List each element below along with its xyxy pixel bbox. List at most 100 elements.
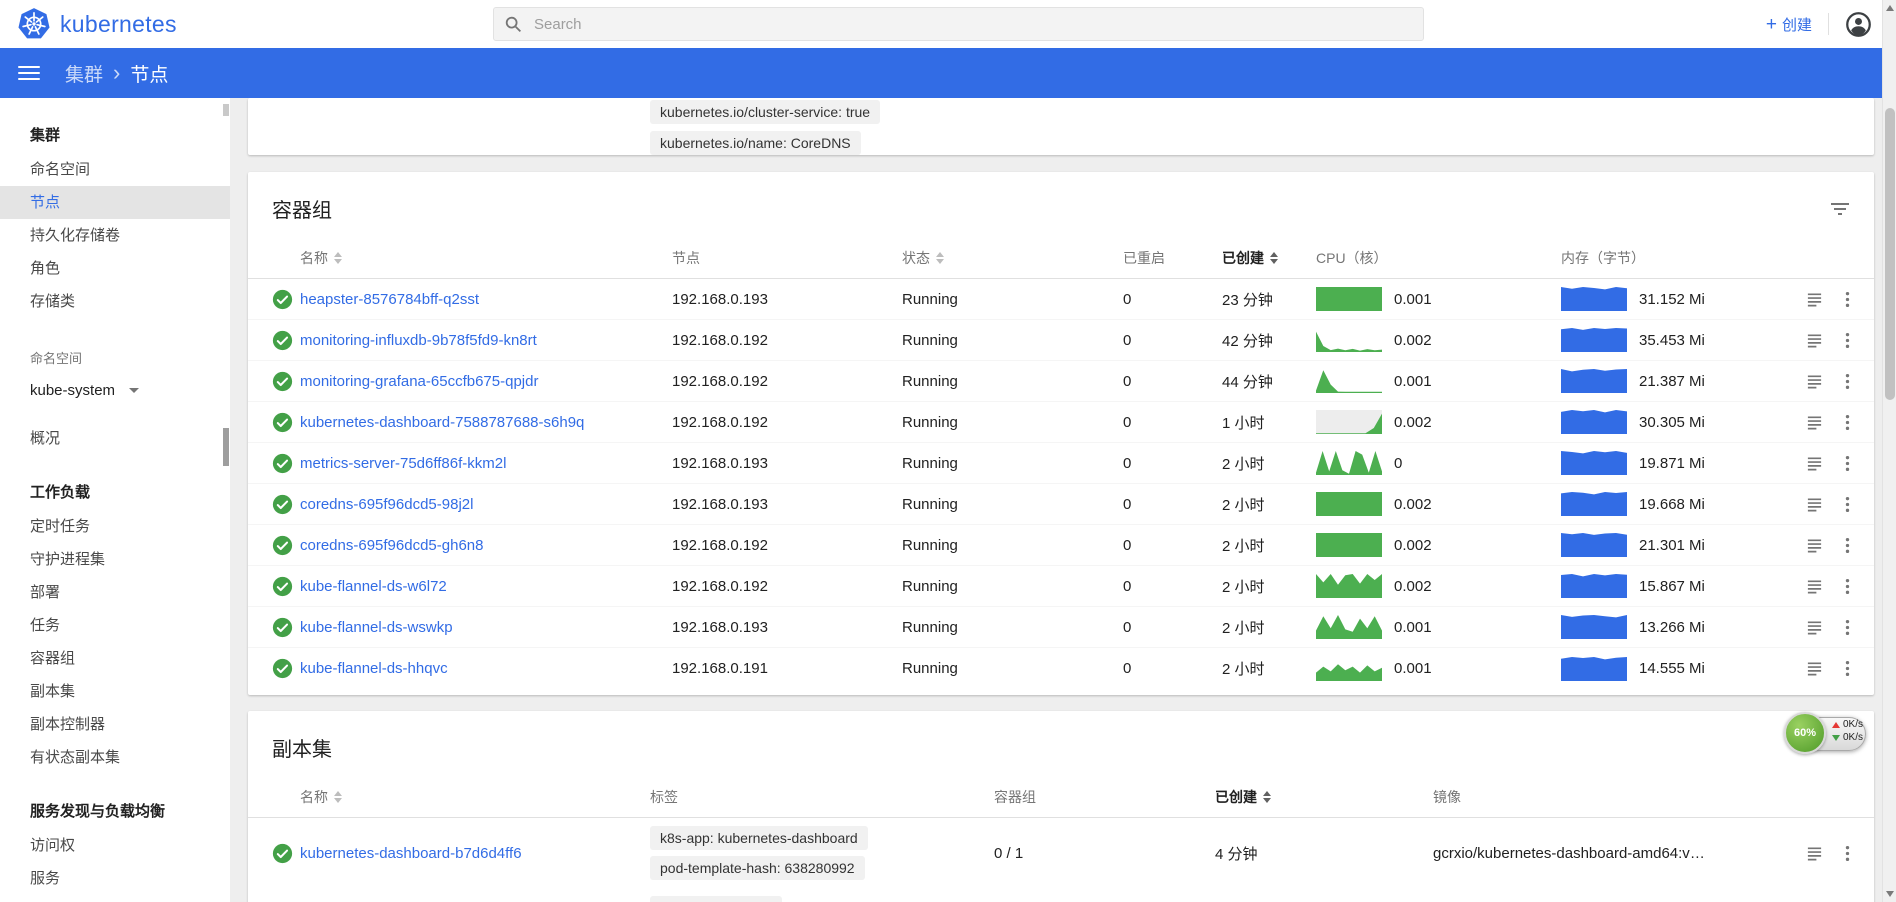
scrollbar-thumb[interactable] — [1885, 108, 1895, 400]
sidebar-item-services[interactable]: 服务 — [0, 862, 230, 895]
logs-icon[interactable] — [1806, 845, 1823, 862]
logs-icon[interactable] — [1806, 619, 1823, 636]
pod-name-link[interactable]: metrics-server-75d6ff86f-kkm2l — [300, 455, 506, 472]
sidebar-item-deployments[interactable]: 部署 — [0, 576, 230, 609]
cpu-value: 0 — [1394, 455, 1402, 472]
sidebar-item-cron-jobs[interactable]: 定时任务 — [0, 510, 230, 543]
table-row[interactable]: kubernetes-dashboard-b7d6d4ff6 k8s-app: … — [248, 818, 1874, 888]
table-row[interactable]: kube-flannel-ds-w6l72 192.168.0.192 Runn… — [248, 566, 1874, 607]
pod-name-link[interactable]: kube-flannel-ds-wswkp — [300, 619, 453, 636]
sidebar-item-replica-sets[interactable]: 副本集 — [0, 675, 230, 708]
table-row[interactable]: kubernetes-dashboard-7588787688-s6h9q 19… — [248, 402, 1874, 443]
kebab-menu-icon[interactable] — [1845, 413, 1850, 432]
namespace-selector[interactable]: kube-system — [0, 373, 230, 408]
pod-name-link[interactable]: monitoring-influxdb-9b78f5fd9-kn8rt — [300, 332, 537, 349]
column-header[interactable]: 状态 — [902, 248, 1123, 268]
network-speed-widget[interactable]: 60% 0K/s 0K/s — [1784, 712, 1870, 758]
page-scrollbar[interactable] — [1882, 0, 1896, 902]
memory-value: 14.555 Mi — [1639, 660, 1705, 677]
table-row[interactable]: heapster-8576784bff-q2sst 192.168.0.193 … — [248, 279, 1874, 320]
logs-icon[interactable] — [1806, 332, 1823, 349]
pod-created: 23 分钟 — [1222, 289, 1316, 310]
column-header[interactable]: 已创建 — [1215, 787, 1433, 807]
pod-node: 192.168.0.193 — [672, 619, 902, 636]
memory-sparkline-chart — [1561, 615, 1627, 639]
kebab-menu-icon[interactable] — [1845, 372, 1850, 391]
column-header[interactable]: 已创建 — [1222, 248, 1316, 268]
pod-name-link[interactable]: coredns-695f96dcd5-98j2l — [300, 496, 473, 513]
table-row[interactable]: monitoring-influxdb-9b78f5fd9-kn8rt 192.… — [248, 320, 1874, 361]
column-header[interactable]: 名称 — [300, 248, 672, 268]
memory-sparkline-chart — [1561, 328, 1627, 352]
sidebar-item-roles[interactable]: 角色 — [0, 252, 230, 285]
logs-icon[interactable] — [1806, 578, 1823, 595]
sidebar-item-nodes[interactable]: 节点 — [0, 186, 230, 219]
sidebar-scrollbar[interactable] — [222, 98, 230, 902]
kebab-menu-icon[interactable] — [1845, 290, 1850, 309]
table-row[interactable]: kube-flannel-ds-wswkp 192.168.0.193 Runn… — [248, 607, 1874, 648]
pod-name-link[interactable]: heapster-8576784bff-q2sst — [300, 291, 479, 308]
search-bar[interactable] — [493, 7, 1424, 41]
account-icon[interactable] — [1845, 11, 1872, 38]
kebab-menu-icon[interactable] — [1845, 577, 1850, 596]
kebab-menu-icon[interactable] — [1845, 618, 1850, 637]
table-row[interactable]: kube-flannel-ds-hhqvc 192.168.0.191 Runn… — [248, 648, 1874, 689]
cpu-sparkline-chart — [1316, 533, 1382, 557]
logs-icon[interactable] — [1806, 373, 1823, 390]
kebab-menu-icon[interactable] — [1845, 536, 1850, 555]
sidebar-item-jobs[interactable]: 任务 — [0, 609, 230, 642]
sidebar-item-storage-classes[interactable]: 存储类 — [0, 285, 230, 318]
sidebar-item-replication-controllers[interactable]: 副本控制器 — [0, 708, 230, 741]
table-row[interactable]: heapster-8576784bff k8s-app: heapsterpod… — [248, 888, 1874, 902]
pod-status: Running — [902, 414, 1123, 431]
table-row[interactable]: metrics-server-75d6ff86f-kkm2l 192.168.0… — [248, 443, 1874, 484]
sidebar-item-stateful-sets[interactable]: 有状态副本集 — [0, 741, 230, 774]
logs-icon[interactable] — [1806, 496, 1823, 513]
create-button[interactable]: + 创建 — [1766, 14, 1812, 35]
sidebar-item-namespaces[interactable]: 命名空间 — [0, 153, 230, 186]
logs-icon[interactable] — [1806, 291, 1823, 308]
kebab-menu-icon[interactable] — [1845, 331, 1850, 350]
sidebar-item-persistent-volumes[interactable]: 持久化存储卷 — [0, 219, 230, 252]
divider — [1828, 13, 1829, 35]
pod-name-link[interactable]: kube-flannel-ds-hhqvc — [300, 660, 448, 677]
pod-status: Running — [902, 291, 1123, 308]
search-input[interactable] — [534, 16, 1413, 33]
pod-restarts: 0 — [1123, 291, 1222, 308]
filter-icon[interactable] — [1830, 202, 1850, 216]
label-chip: kubernetes.io/name: CoreDNS — [650, 131, 861, 155]
status-ok-icon — [272, 289, 293, 310]
kebab-menu-icon[interactable] — [1845, 659, 1850, 678]
column-header: CPU（核） — [1316, 248, 1561, 268]
cpu-value: 0.002 — [1394, 332, 1432, 349]
pod-restarts: 0 — [1123, 619, 1222, 636]
kebab-menu-icon[interactable] — [1845, 844, 1850, 863]
logs-icon[interactable] — [1806, 537, 1823, 554]
scroll-down-arrow-icon[interactable] — [1886, 891, 1894, 897]
sidebar-item-pods[interactable]: 容器组 — [0, 642, 230, 675]
kebab-menu-icon[interactable] — [1845, 495, 1850, 514]
logs-icon[interactable] — [1806, 455, 1823, 472]
pod-name-link[interactable]: monitoring-grafana-65ccfb675-qpjdr — [300, 373, 538, 390]
sidebar-item-daemon-sets[interactable]: 守护进程集 — [0, 543, 230, 576]
logs-icon[interactable] — [1806, 414, 1823, 431]
kebab-menu-icon[interactable] — [1845, 454, 1850, 473]
sidebar-item-ingresses[interactable]: 访问权 — [0, 829, 230, 862]
pod-name-link[interactable]: kubernetes-dashboard-7588787688-s6h9q — [300, 414, 584, 431]
logs-icon[interactable] — [1806, 660, 1823, 677]
table-row[interactable]: coredns-695f96dcd5-98j2l 192.168.0.193 R… — [248, 484, 1874, 525]
pod-name-link[interactable]: kube-flannel-ds-w6l72 — [300, 578, 447, 595]
cpu-sparkline-chart — [1316, 369, 1382, 393]
column-header-label: 已创建 — [1215, 787, 1257, 807]
pod-name-link[interactable]: coredns-695f96dcd5-gh6n8 — [300, 537, 483, 554]
column-header[interactable]: 名称 — [300, 787, 650, 807]
breadcrumb-cluster[interactable]: 集群 — [65, 60, 103, 87]
table-row[interactable]: monitoring-grafana-65ccfb675-qpjdr 192.1… — [248, 361, 1874, 402]
battery-percent-gauge: 60% — [1784, 712, 1826, 754]
replica-set-name-link[interactable]: kubernetes-dashboard-b7d6d4ff6 — [300, 845, 522, 862]
replica-set-created: 4 分钟 — [1215, 843, 1433, 864]
scroll-up-arrow-icon[interactable] — [1886, 5, 1894, 11]
table-row[interactable]: coredns-695f96dcd5-gh6n8 192.168.0.192 R… — [248, 525, 1874, 566]
menu-icon[interactable] — [18, 66, 40, 80]
sidebar-item-overview[interactable]: 概况 — [0, 422, 230, 455]
